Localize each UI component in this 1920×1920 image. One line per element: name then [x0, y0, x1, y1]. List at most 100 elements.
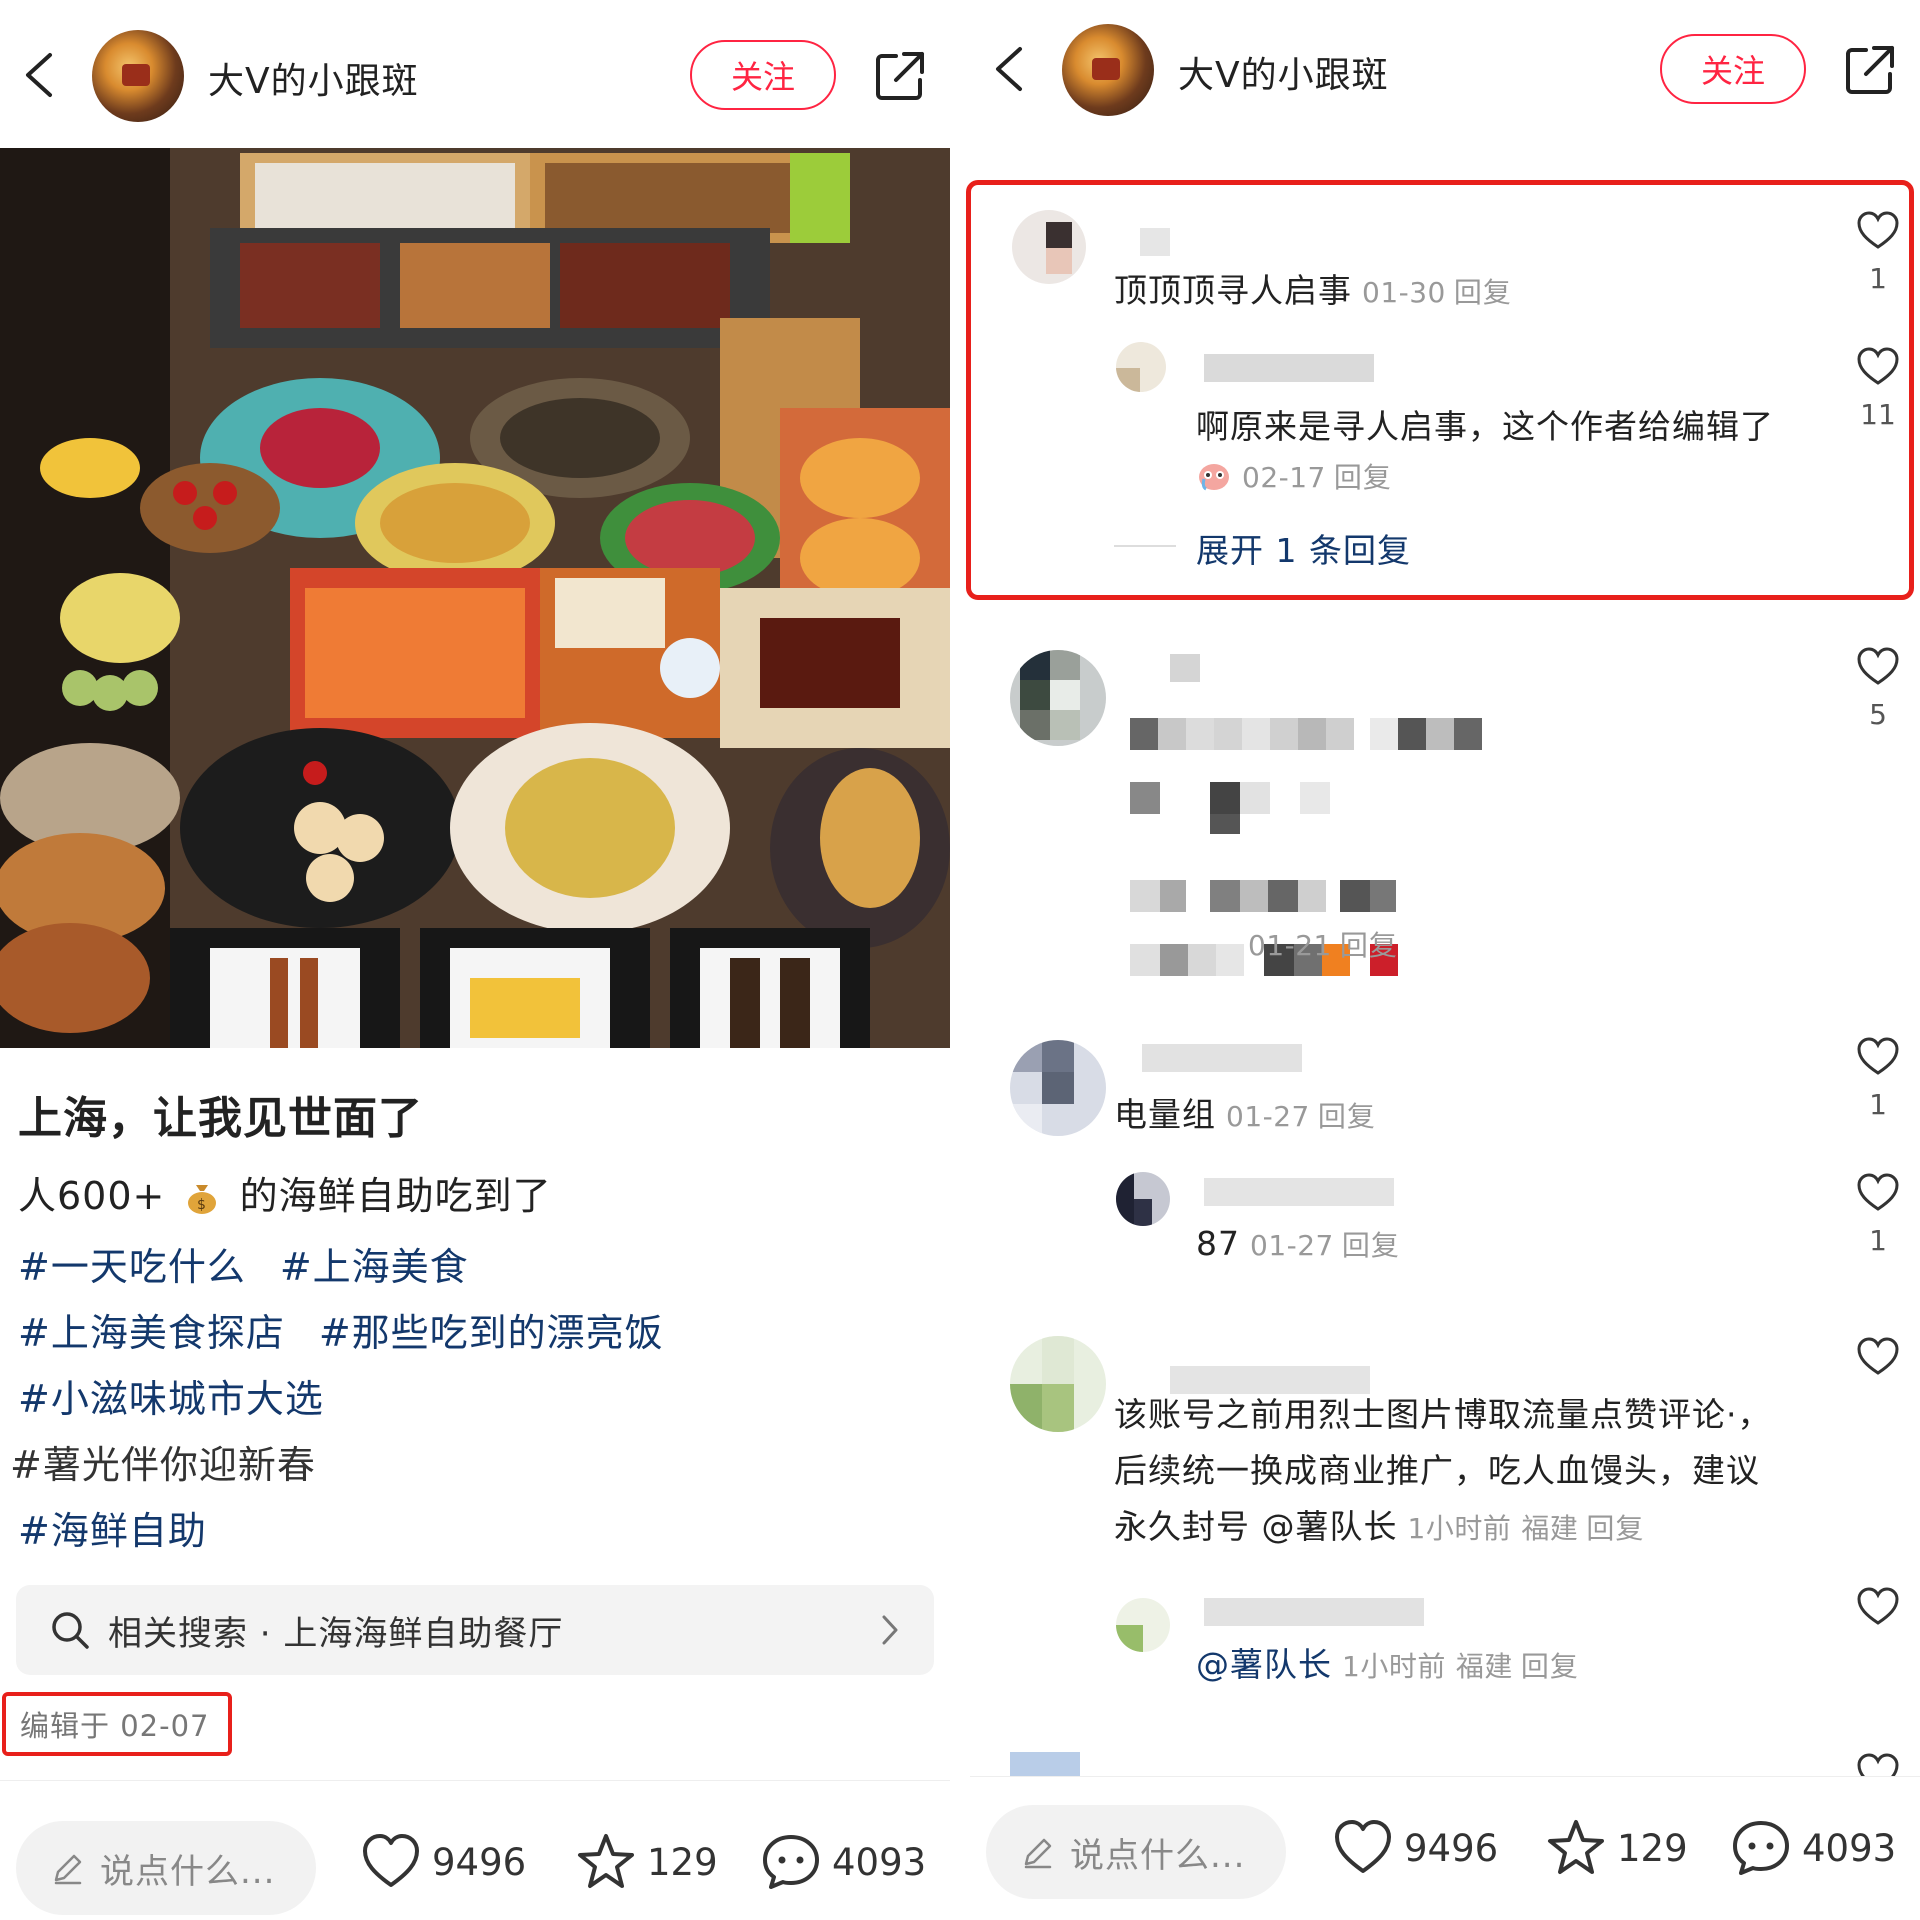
collect-count: 129: [1617, 1826, 1688, 1870]
comment-body-line: 永久封号 @薯队长 1小时前 福建 回复: [1114, 1500, 1644, 1548]
seafood-buffet-photo: [0, 148, 950, 1048]
pen-icon: [54, 1854, 82, 1885]
blurred-username: [1170, 654, 1200, 682]
tag-line: #薯光伴你迎新春: [10, 1428, 938, 1494]
follow-button[interactable]: 关注: [1660, 34, 1806, 104]
reply-link[interactable]: 回复: [1318, 1100, 1376, 1133]
reply-link[interactable]: 回复: [1586, 1512, 1644, 1545]
hashtag[interactable]: #海鲜自助: [18, 1500, 207, 1555]
comment-body: 电量组: [1114, 1095, 1216, 1134]
back-arrow-icon[interactable]: [990, 44, 1030, 94]
post-header: 大V的小跟斑 关注: [970, 14, 1920, 124]
comment-like-button[interactable]: 1: [1856, 1172, 1900, 1257]
highlighted-comment-box: [966, 180, 1914, 600]
comment-placeholder: 说点什么...: [100, 1851, 276, 1892]
comment-date: 01-27: [1250, 1229, 1334, 1262]
comment-like-button[interactable]: 1: [1856, 1036, 1900, 1121]
collect-count: 129: [647, 1840, 718, 1884]
related-search-button[interactable]: 相关搜索 · 上海海鲜自助餐厅: [16, 1585, 934, 1675]
star-icon: [1548, 1820, 1604, 1874]
comment-body-line: 该账号之前用烈士图片博取流量点赞评论·，: [1114, 1395, 1772, 1434]
heart-icon: [1857, 647, 1899, 685]
like-button[interactable]: 9496: [1332, 1817, 1498, 1879]
back-arrow-icon[interactable]: [20, 50, 60, 100]
mention-link[interactable]: @薯队长: [1262, 1507, 1398, 1546]
reply-link[interactable]: 回复: [1521, 1650, 1579, 1683]
comment-text: @薯队长 1小时前 福建 回复: [1196, 1638, 1579, 1686]
tag-line: #一天吃什么 #上海美食: [18, 1230, 938, 1296]
blurred-comment-text: [1130, 718, 1482, 976]
money-bag-icon: $: [184, 1179, 220, 1215]
blurred-username: [1204, 1178, 1394, 1206]
bottom-action-bar: 说点什么... 9496 129 4093: [0, 1780, 950, 1920]
chevron-right-icon: [882, 1615, 898, 1645]
comment-body: 87: [1196, 1224, 1240, 1263]
author-avatar[interactable]: [92, 30, 184, 122]
hashtag[interactable]: #上海美食: [280, 1236, 469, 1291]
author-avatar[interactable]: [1062, 24, 1154, 116]
collect-button[interactable]: 129: [575, 1831, 718, 1893]
author-name[interactable]: 大V的小跟斑: [208, 52, 419, 104]
hashtag[interactable]: #上海美食探店: [18, 1302, 285, 1357]
replier-avatar[interactable]: [1116, 1598, 1170, 1652]
comment-button[interactable]: 4093: [1730, 1817, 1896, 1879]
chat-bubble-icon: [763, 1835, 819, 1889]
star-icon: [578, 1834, 634, 1888]
comment-like-button[interactable]: 5: [1856, 646, 1900, 731]
bottom-action-bar: 说点什么... 9496 129 4093: [970, 1776, 1920, 1916]
heart-icon: [1857, 1587, 1899, 1625]
comment-placeholder: 说点什么...: [1070, 1835, 1246, 1876]
heart-icon: [363, 1834, 419, 1887]
replier-avatar[interactable]: [1116, 1172, 1170, 1226]
share-icon[interactable]: [872, 48, 928, 104]
commenter-avatar[interactable]: [1010, 650, 1106, 746]
comment-like-button[interactable]: [1856, 1586, 1900, 1630]
commenter-avatar[interactable]: [1010, 1336, 1106, 1432]
reply-link[interactable]: 回复: [1342, 1229, 1400, 1262]
collect-button[interactable]: 129: [1545, 1817, 1688, 1879]
comment-time: 1小时前: [1407, 1512, 1512, 1545]
post-header: 大V的小跟斑 关注: [0, 20, 950, 130]
post-detail-panel: 大V的小跟斑 关注 上海，让我见世面了 人600+ $ 的海鲜自助吃到了 #一天…: [0, 0, 950, 1920]
comment-time: 1小时前: [1342, 1650, 1446, 1683]
comment-meta-line: 01-21 回复: [1248, 924, 1398, 964]
heart-icon: [1857, 1037, 1899, 1075]
tag-line: #小滋味城市大选: [18, 1362, 938, 1428]
post-image[interactable]: [0, 148, 950, 1048]
comment-count: 4093: [832, 1840, 927, 1884]
like-button[interactable]: 9496: [360, 1831, 526, 1893]
tag-line: #上海美食探店 #那些吃到的漂亮饭: [18, 1296, 938, 1362]
reply-link[interactable]: 回复: [1340, 929, 1398, 962]
search-icon: [52, 1612, 89, 1649]
desc-suffix: 的海鲜自助吃到了: [239, 1174, 552, 1218]
heart-icon: [1857, 1337, 1899, 1375]
share-icon[interactable]: [1842, 42, 1898, 98]
hashtag[interactable]: #那些吃到的漂亮饭: [319, 1302, 664, 1357]
svg-text:$: $: [198, 1197, 208, 1213]
heart-icon: [1857, 1173, 1899, 1211]
desc-prefix: 人600+: [18, 1174, 166, 1218]
blurred-username: [1142, 1044, 1302, 1072]
comment-like-button[interactable]: [1856, 1336, 1900, 1380]
mention-link[interactable]: @薯队长: [1196, 1645, 1332, 1684]
comment-date: 01-21: [1248, 929, 1332, 962]
comment-date: 01-27: [1226, 1100, 1310, 1133]
comment-input[interactable]: 说点什么...: [16, 1821, 316, 1915]
author-name[interactable]: 大V的小跟斑: [1178, 46, 1389, 98]
hashtag[interactable]: #一天吃什么: [18, 1236, 246, 1291]
post-description: 人600+ $ 的海鲜自助吃到了: [18, 1165, 552, 1220]
like-count: 9496: [1404, 1826, 1499, 1870]
comment-button[interactable]: 4093: [760, 1831, 926, 1893]
post-title: 上海，让我见世面了: [18, 1093, 423, 1144]
commenter-avatar[interactable]: [1010, 1040, 1106, 1136]
blurred-username: [1204, 1598, 1424, 1626]
follow-button[interactable]: 关注: [690, 40, 836, 110]
partial-avatar: [1010, 1752, 1080, 1778]
chat-bubble-icon: [1733, 1821, 1789, 1875]
hashtag-plain: #薯光伴你迎新春: [10, 1442, 316, 1487]
hashtag[interactable]: #小滋味城市大选: [18, 1368, 324, 1423]
comment-input[interactable]: 说点什么...: [986, 1805, 1286, 1899]
comment-count: 4093: [1802, 1826, 1897, 1870]
heart-icon: [1335, 1820, 1391, 1873]
comment-body: 永久封号: [1114, 1507, 1250, 1546]
